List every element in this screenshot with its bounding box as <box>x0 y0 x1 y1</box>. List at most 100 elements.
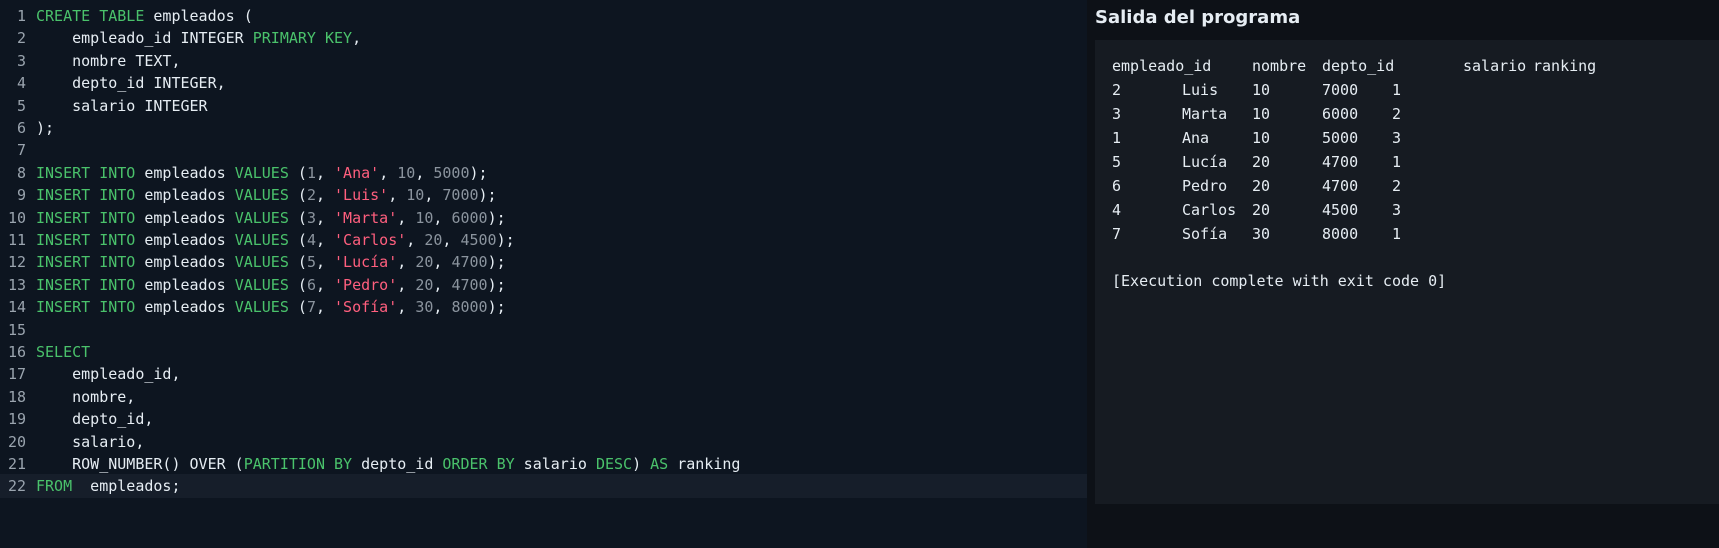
sql-string: 'Marta' <box>334 208 398 227</box>
table-cell: 4500 <box>1322 201 1359 219</box>
header-empleado-id: empleado_id <box>1112 57 1212 75</box>
sql-number: 10 <box>415 208 434 227</box>
code-line[interactable]: 9 INSERT INTO empleados VALUES (2, 'Luis'… <box>0 183 1087 207</box>
sql-keyword: DESC <box>595 455 633 473</box>
sql-keyword: PARTITION BY <box>243 455 353 473</box>
sql-number: 10 <box>397 163 416 182</box>
sql-keyword: INSERT INTO <box>36 253 136 272</box>
line-number: 5 <box>16 96 26 115</box>
sql-text: salario INTEGER <box>36 96 208 115</box>
header-depto-id: depto_id <box>1322 57 1395 75</box>
sql-string: 'Carlos' <box>334 231 407 249</box>
code-line[interactable]: 8 INSERT INTO empleados VALUES (1, 'Ana',… <box>0 161 1087 185</box>
table-cell: Lucía <box>1182 153 1228 171</box>
line-number: 12 <box>7 253 26 272</box>
sql-text: ); <box>487 298 506 317</box>
code-line[interactable]: 2 empleado_id INTEGER PRIMARY KEY, <box>0 26 1087 50</box>
code-line[interactable]: 12 INSERT INTO empleados VALUES (5, 'Lucí… <box>0 250 1087 274</box>
code-line[interactable]: 19 depto_id, <box>0 407 1087 431</box>
sql-keyword: VALUES <box>234 253 289 272</box>
line-content: depto_id INTEGER, <box>36 71 226 95</box>
sql-text: , <box>406 231 425 249</box>
code-line[interactable]: 18 nombre, <box>0 385 1087 409</box>
code-line[interactable]: 3 nombre TEXT, <box>0 49 1087 73</box>
sql-text: ( <box>288 163 307 182</box>
code-editor[interactable]: 1 CREATE TABLE empleados (2 empleado_id I… <box>0 0 1087 548</box>
sql-keyword: VALUES <box>234 208 289 227</box>
table-cell: 10 <box>1252 129 1271 147</box>
sql-number: 20 <box>415 253 434 272</box>
code-line[interactable]: 11 INSERT INTO empleados VALUES (4, 'Carl… <box>0 228 1087 252</box>
sql-number: 10 <box>406 186 425 205</box>
sql-string: 'Sofía' <box>334 298 398 317</box>
table-cell: 1 <box>1112 129 1122 147</box>
sql-text: ( <box>288 298 307 317</box>
sql-keyword: FROM <box>36 477 73 496</box>
sql-text: salario, <box>36 432 145 451</box>
sql-text: ( <box>288 186 307 205</box>
sql-text: ( <box>288 275 307 294</box>
sql-number: 3 <box>306 208 316 227</box>
sql-text: ); <box>496 231 515 249</box>
line-number: 8 <box>16 163 26 182</box>
sql-text: , <box>388 186 407 205</box>
table-cell: 10 <box>1252 105 1271 123</box>
code-line[interactable]: 21 ROW_NUMBER() OVER (PARTITION BY depto… <box>0 452 1087 476</box>
code-line[interactable]: 5 salario INTEGER <box>0 94 1087 118</box>
code-line[interactable]: 4 depto_id INTEGER, <box>0 71 1087 95</box>
table-cell: 30 <box>1252 225 1271 243</box>
line-number: 4 <box>16 74 26 93</box>
code-line[interactable]: 1 CREATE TABLE empleados ( <box>0 4 1087 28</box>
sql-text: , <box>433 298 452 317</box>
sql-keyword: INSERT INTO <box>36 208 136 227</box>
code-line[interactable]: 14 INSERT INTO empleados VALUES (7, 'Sofí… <box>0 295 1087 319</box>
table-cell: Pedro <box>1182 177 1228 195</box>
code-line[interactable]: 22 FROM empleados; <box>0 474 1087 499</box>
sql-string: 'Luis' <box>334 186 389 205</box>
table-cell: 10 <box>1252 81 1271 99</box>
code-line[interactable]: 16 SELECT <box>0 340 1087 364</box>
sql-keyword: SELECT <box>36 343 91 361</box>
table-cell: 1 <box>1392 81 1402 99</box>
sql-keyword: VALUES <box>234 231 289 249</box>
sql-text: , <box>424 186 443 205</box>
code-line[interactable]: 10 INSERT INTO empleados VALUES (3, 'Mart… <box>0 206 1087 230</box>
line-content: nombre TEXT, <box>36 49 180 73</box>
line-number: 6 <box>16 119 26 137</box>
table-cell: 7 <box>1112 225 1122 243</box>
table-cell: 6000 <box>1322 105 1359 123</box>
code-line[interactable]: 7 <box>0 138 1087 162</box>
line-number: 7 <box>16 141 26 160</box>
execution-status: [Execution complete with exit code 0] <box>1112 272 1447 290</box>
code-line[interactable]: 17 empleado_id, <box>0 362 1087 386</box>
sql-text: ( <box>288 253 307 272</box>
table-cell: 1 <box>1392 153 1402 171</box>
sql-text: ranking <box>668 455 741 473</box>
code-line[interactable]: 15 <box>0 318 1087 342</box>
sql-keyword: VALUES <box>234 163 289 182</box>
table-cell: Ana <box>1182 129 1210 147</box>
line-number: 20 <box>7 432 26 451</box>
line-number: 13 <box>7 275 26 294</box>
sql-text: ); <box>36 119 55 137</box>
line-content: INSERT INTO empleados VALUES (7, 'Sofía'… <box>36 295 506 319</box>
table-cell: Carlos <box>1182 201 1237 219</box>
sql-text: empleados <box>135 208 235 227</box>
line-content: INSERT INTO empleados VALUES (3, 'Marta'… <box>36 206 506 230</box>
sql-number: 5000 <box>433 163 470 182</box>
sql-text: nombre, <box>36 387 136 406</box>
line-content: empleado_id, <box>36 362 180 386</box>
sql-text: empleado_id INTEGER <box>36 29 253 48</box>
sql-text: empleados <box>135 275 235 294</box>
output-header-row: empleado_id nombre depto_id salario rank… <box>1112 53 1596 79</box>
line-content: empleado_id INTEGER PRIMARY KEY, <box>36 26 361 50</box>
line-content: salario, <box>36 430 144 454</box>
code-line[interactable]: 6); <box>0 116 1087 140</box>
header-ranking: ranking <box>1533 57 1597 75</box>
code-line[interactable]: 13 INSERT INTO empleados VALUES (6, 'Pedr… <box>0 273 1087 297</box>
code-line[interactable]: 20 salario, <box>0 430 1087 454</box>
line-number: 1 <box>16 7 26 25</box>
sql-number: 7 <box>306 298 316 317</box>
line-content: CREATE TABLE empleados ( <box>36 4 253 28</box>
sql-text: , <box>352 29 362 48</box>
